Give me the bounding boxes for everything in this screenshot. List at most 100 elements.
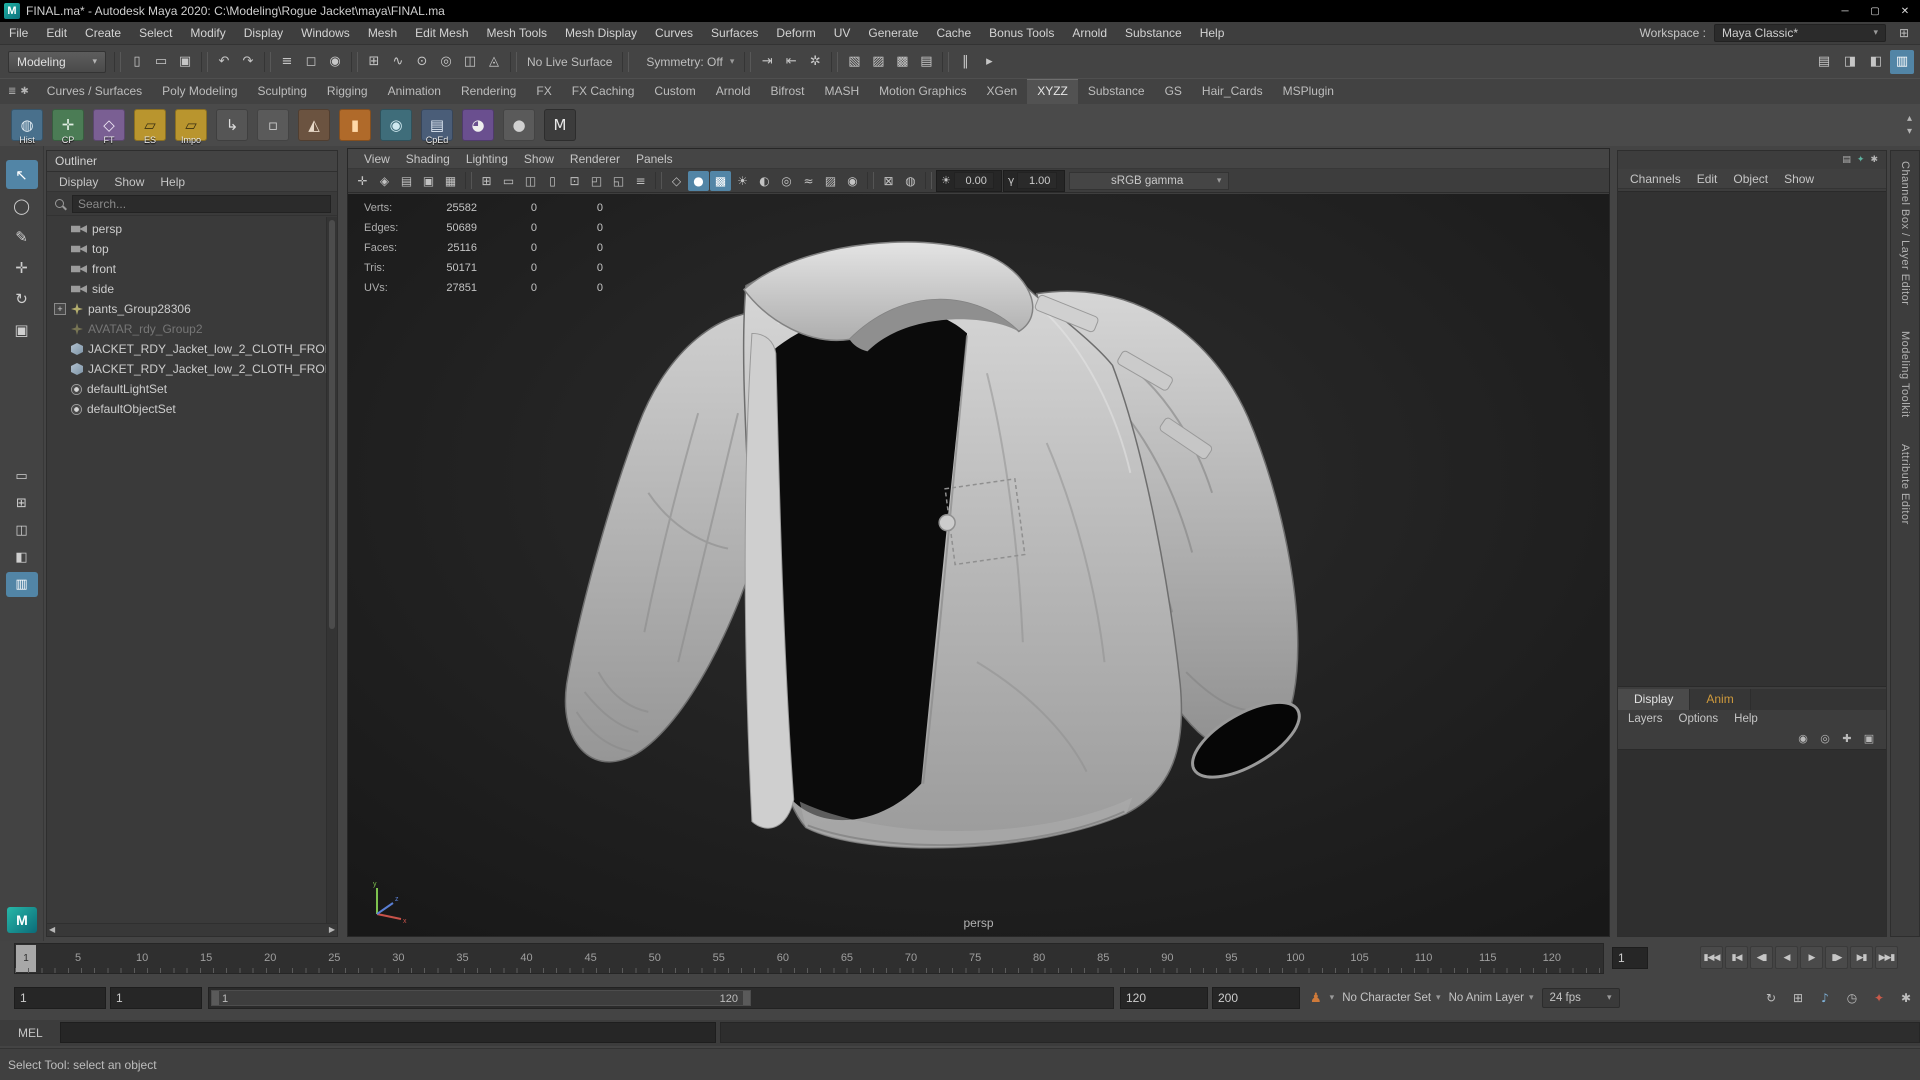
- shelf-uv-button[interactable]: ◕: [459, 105, 497, 145]
- step-forward-frame-button[interactable]: ▶▮: [1850, 946, 1873, 969]
- viewport-toolbar-item[interactable]: [465, 172, 472, 189]
- motion-blur-icon[interactable]: ≈: [798, 171, 819, 191]
- shelf-tab[interactable]: Curves / Surfaces: [37, 79, 152, 104]
- expand-toggle[interactable]: +: [54, 303, 66, 315]
- layer-list-area[interactable]: [1618, 749, 1886, 936]
- rotate-tool[interactable]: ↻: [6, 284, 38, 313]
- playback-loop-icon[interactable]: ↻: [1761, 988, 1781, 1008]
- snap-projected-center-icon[interactable]: ◎: [434, 50, 458, 74]
- wireframe-icon[interactable]: ◇: [666, 171, 687, 191]
- safe-title-icon[interactable]: ◱: [608, 171, 629, 191]
- status-line-item[interactable]: [622, 52, 629, 72]
- menu-item[interactable]: Substance: [1116, 22, 1191, 44]
- menu-item[interactable]: Deform: [767, 22, 824, 44]
- shelf-tab[interactable]: Bifrost: [760, 79, 814, 104]
- channel-box-menu-item[interactable]: Show: [1776, 169, 1822, 188]
- shelf-cp-button[interactable]: ✛ CP: [49, 105, 87, 145]
- auto-key-icon[interactable]: ✦: [1869, 988, 1889, 1008]
- shelf-gear-icon[interactable]: ✱: [20, 86, 28, 98]
- lock-camera-icon[interactable]: ◈: [374, 171, 395, 191]
- layer-editor-tab[interactable]: Anim: [1690, 689, 1750, 710]
- viewport-toolbar-item[interactable]: [655, 172, 662, 189]
- textured-icon[interactable]: ▩: [710, 171, 731, 191]
- character-set-select[interactable]: No Character Set ▾: [1342, 992, 1440, 1004]
- shelf-tab[interactable]: FX: [526, 79, 561, 104]
- character-set-icon[interactable]: ♟: [1310, 990, 1322, 1006]
- menu-item[interactable]: Mesh Tools: [478, 22, 556, 44]
- shelf-scroll-down-icon[interactable]: ▾: [1907, 126, 1912, 138]
- layer-editor-menu-item[interactable]: Layers: [1620, 710, 1671, 728]
- outliner-title[interactable]: Outliner: [47, 151, 337, 172]
- menu-item[interactable]: Display: [235, 22, 292, 44]
- go-to-end-button[interactable]: ▶▶▮: [1875, 946, 1898, 969]
- snap-curve-icon[interactable]: ∿: [386, 50, 410, 74]
- film-gate-icon[interactable]: ▭: [498, 171, 519, 191]
- layer-playback-icon[interactable]: ◎: [1816, 730, 1834, 746]
- shelf-cped-button[interactable]: ▤ CpEd: [418, 105, 456, 145]
- shelf-tab[interactable]: XGen: [977, 79, 1028, 104]
- animation-preferences-icon[interactable]: ✱: [1896, 988, 1916, 1008]
- viewport-menu-item[interactable]: Lighting: [458, 149, 516, 168]
- playback-speed-icon[interactable]: ◷: [1842, 988, 1862, 1008]
- shelf-tab[interactable]: MSPlugin: [1273, 79, 1344, 104]
- viewport-toolbar-item[interactable]: [925, 172, 932, 189]
- shelf-menu-icon[interactable]: ≣: [8, 86, 16, 98]
- outliner-item[interactable]: JACKET_RDY_Jacket_low_2_CLOTH_FROM_z: [47, 339, 337, 359]
- layer-editor-menu-item[interactable]: Help: [1726, 710, 1766, 728]
- outliner-item[interactable]: defaultObjectSet: [47, 399, 337, 419]
- range-end-handle[interactable]: [743, 991, 750, 1005]
- step-back-frame-button[interactable]: ▮◀: [1725, 946, 1748, 969]
- viewport-menu-item[interactable]: Panels: [628, 149, 681, 168]
- viewport-toolbar-item[interactable]: [867, 172, 874, 189]
- shelf-ft-button[interactable]: ◇ FT: [90, 105, 128, 145]
- current-time-indicator[interactable]: 1: [16, 945, 36, 972]
- symmetry-select[interactable]: Symmetry: Off ▾: [633, 55, 740, 69]
- outliner-menu-item[interactable]: Help: [152, 172, 193, 191]
- snap-view-plane-icon[interactable]: ◫: [458, 50, 482, 74]
- channel-box-area[interactable]: [1618, 191, 1886, 687]
- select-hierarchy-icon[interactable]: ≡: [275, 50, 299, 74]
- workspace-select[interactable]: Maya Classic* ▾: [1714, 24, 1886, 42]
- workspace-grid-icon[interactable]: ⊞: [1894, 26, 1914, 40]
- channel-display-icon[interactable]: ▤: [1842, 154, 1851, 166]
- menu-item[interactable]: Edit Mesh: [406, 22, 477, 44]
- isolate-select-icon[interactable]: ⊠: [878, 171, 899, 191]
- modeling-toolkit-toggle[interactable]: ▤: [1812, 50, 1836, 74]
- status-line-item[interactable]: [744, 52, 751, 72]
- menu-item[interactable]: Modify: [181, 22, 234, 44]
- snap-grid-icon[interactable]: ⊞: [362, 50, 386, 74]
- fps-select[interactable]: 24 fps ▾: [1542, 988, 1620, 1008]
- sidebar-tab[interactable]: Modeling Toolkit: [1899, 331, 1911, 418]
- outliner-menu-item[interactable]: Show: [106, 172, 152, 191]
- menu-item[interactable]: Bonus Tools: [980, 22, 1063, 44]
- bookmarks-icon[interactable]: ▣: [418, 171, 439, 191]
- menu-item[interactable]: Select: [130, 22, 181, 44]
- layout-four-pane[interactable]: ⊞: [6, 491, 38, 516]
- shelf-tab[interactable]: Animation: [378, 79, 451, 104]
- sidebar-tab[interactable]: Attribute Editor: [1899, 444, 1911, 525]
- shelf-arrow-tool-button[interactable]: ↳: [213, 105, 251, 145]
- shelf-tab[interactable]: Motion Graphics: [869, 79, 976, 104]
- status-line-item[interactable]: [831, 52, 838, 72]
- shelf-sculpt-tool-button[interactable]: ◭: [295, 105, 333, 145]
- sidebar-tab[interactable]: Channel Box / Layer Editor: [1899, 161, 1911, 305]
- viewport-menu-item[interactable]: Renderer: [562, 149, 628, 168]
- shelf-impo-folder-button[interactable]: ▱ Impo: [172, 105, 210, 145]
- menu-item[interactable]: Mesh Display: [556, 22, 646, 44]
- animation-start-field[interactable]: [14, 987, 106, 1009]
- shelf-tab[interactable]: GS: [1155, 79, 1192, 104]
- render-view-icon[interactable]: ▧: [842, 50, 866, 74]
- status-line-item[interactable]: [114, 52, 121, 72]
- shelf-tab[interactable]: Custom: [644, 79, 705, 104]
- menu-item[interactable]: Cache: [927, 22, 980, 44]
- outliner-item[interactable]: persp: [47, 219, 337, 239]
- menu-set-select[interactable]: Modeling ▾: [8, 51, 106, 73]
- ipr-render-icon[interactable]: ▩: [890, 50, 914, 74]
- pause-viewport-icon[interactable]: ‖: [953, 50, 977, 74]
- render-settings-icon[interactable]: ▤: [914, 50, 938, 74]
- shelf-tab[interactable]: Sculpting: [248, 79, 317, 104]
- outliner-item[interactable]: defaultLightSet: [47, 379, 337, 399]
- range-slider-bar[interactable]: 1 120: [211, 990, 751, 1006]
- layer-visibility-icon[interactable]: ◉: [1794, 730, 1812, 746]
- menu-item[interactable]: Create: [76, 22, 130, 44]
